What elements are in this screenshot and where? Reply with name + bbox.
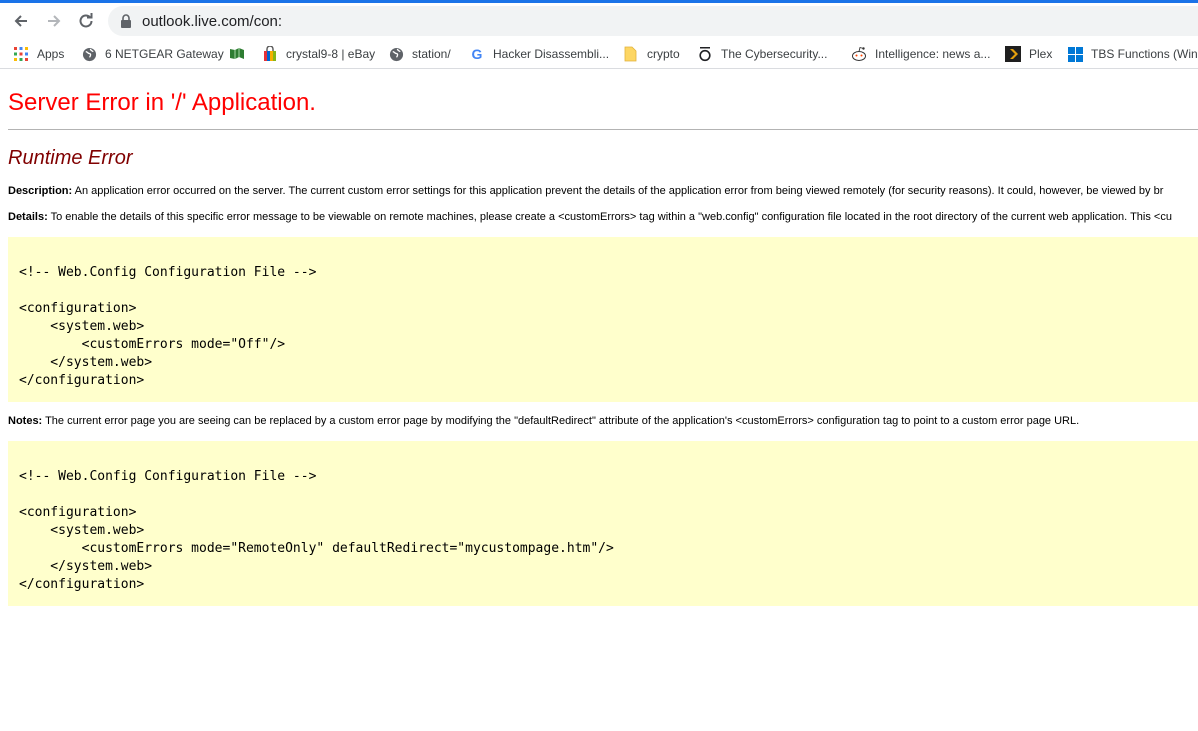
folder-icon	[623, 46, 639, 62]
bookmark-cybersecurity[interactable]: The Cybersecurity...	[697, 45, 827, 63]
reload-button[interactable]	[73, 8, 99, 34]
url-text: outlook.live.com/con:	[142, 13, 283, 30]
notes-text: The current error page you are seeing ca…	[42, 415, 1080, 427]
globe-icon	[388, 46, 404, 62]
browser-toolbar: outlook.live.com/con:	[0, 3, 1198, 39]
bookmark-intelligence[interactable]: Intelligence: news a...	[851, 45, 990, 63]
description-label: Description:	[8, 185, 73, 197]
forward-arrow-icon	[48, 15, 61, 27]
shopping-bag-icon	[262, 46, 278, 62]
windows-icon	[1067, 46, 1083, 62]
details-text: To enable the details of this specific e…	[47, 211, 1172, 223]
notes-paragraph: Notes: The current error page you are se…	[8, 415, 1079, 427]
bookmark-label: Hacker Disassembli...	[493, 47, 610, 61]
details-paragraph: Details: To enable the details of this s…	[8, 211, 1172, 223]
bookmark-label: TBS Functions (Win...	[1091, 47, 1198, 61]
reload-icon	[79, 13, 93, 28]
bookmark-plex[interactable]: Plex	[1005, 45, 1052, 63]
config-code-off: <!-- Web.Config Configuration File --> <…	[19, 265, 317, 388]
google-icon: G	[471, 46, 483, 62]
bookmarks-bar: Apps 6 NETGEAR Gateway crystal9-8 | eBay…	[0, 39, 1198, 69]
bookmark-label: The Cybersecurity...	[721, 47, 828, 61]
bookmark-crypto[interactable]: crypto	[623, 45, 680, 63]
bookmark-tbs-functions[interactable]: TBS Functions (Win...	[1067, 45, 1198, 63]
back-button[interactable]	[8, 8, 34, 34]
back-arrow-icon	[14, 15, 27, 27]
bookmark-station[interactable]: station/	[388, 45, 451, 63]
apps-grid-icon	[13, 46, 29, 62]
bookmark-label: 6 NETGEAR Gateway	[105, 47, 224, 61]
map-icon	[229, 46, 245, 62]
error-type-heading: Runtime Error	[8, 147, 133, 169]
lock-icon	[121, 14, 131, 28]
config-code-block-off: <!-- Web.Config Configuration File --> <…	[8, 237, 1198, 402]
page-title: Server Error in '/' Application.	[8, 89, 316, 116]
notes-label: Notes:	[8, 415, 43, 427]
bookmark-label: crystal9-8 | eBay	[286, 47, 376, 61]
description-text: An application error occurred on the ser…	[72, 185, 1164, 197]
details-label: Details:	[8, 211, 48, 223]
bookmark-apps[interactable]: Apps	[13, 45, 64, 63]
config-code-block-remote: <!-- Web.Config Configuration File --> <…	[8, 441, 1198, 606]
bookmark-label: Apps	[37, 47, 65, 61]
plex-icon	[1005, 46, 1021, 62]
page-content: Server Error in '/' Application. Runtime…	[0, 69, 1198, 731]
globe-icon	[81, 46, 97, 62]
bookmark-label: Plex	[1029, 47, 1053, 61]
bookmark-label: Intelligence: news a...	[875, 47, 991, 61]
bookmark-ebay[interactable]: crystal9-8 | eBay	[262, 45, 375, 63]
address-bar[interactable]: outlook.live.com/con:	[108, 6, 1198, 36]
o-logo-icon	[697, 46, 713, 62]
bookmark-hacker-disassembling[interactable]: G Hacker Disassembli...	[469, 45, 609, 63]
forward-button[interactable]	[41, 8, 67, 34]
config-code-remote: <!-- Web.Config Configuration File --> <…	[19, 469, 614, 592]
bookmark-netgear[interactable]: 6 NETGEAR Gateway	[81, 45, 224, 63]
description-paragraph: Description: An application error occurr…	[8, 185, 1163, 197]
bookmark-map[interactable]	[229, 45, 253, 63]
bookmark-label: station/	[412, 47, 451, 61]
reddit-icon	[851, 46, 867, 62]
bookmark-label: crypto	[647, 47, 680, 61]
title-divider	[8, 129, 1198, 130]
